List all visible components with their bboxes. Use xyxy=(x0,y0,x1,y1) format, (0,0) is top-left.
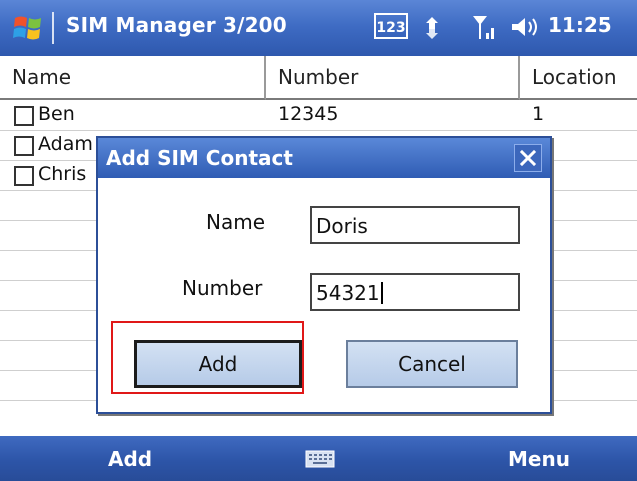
dialog-title-bar: Add SIM Contact xyxy=(98,138,550,178)
app-title: SIM Manager 3/200 xyxy=(66,13,287,37)
signal-icon[interactable] xyxy=(470,13,500,41)
clock[interactable]: 11:25 xyxy=(548,13,612,37)
right-softkey[interactable]: Menu xyxy=(508,447,570,471)
keyboard-icon[interactable] xyxy=(305,450,335,468)
contact-name: Chris xyxy=(38,163,87,185)
windows-start-icon[interactable] xyxy=(12,12,44,44)
contact-name: Ben xyxy=(38,103,75,125)
number-field[interactable]: 54321 xyxy=(310,273,520,311)
column-header-name[interactable]: Name xyxy=(0,56,266,100)
connectivity-icon[interactable] xyxy=(416,13,450,41)
title-bar: SIM Manager 3/200 123 11:25 xyxy=(0,0,637,56)
row-checkbox[interactable] xyxy=(14,106,34,126)
add-button-highlight xyxy=(111,321,304,394)
contact-name: Adam xyxy=(38,133,93,155)
soft-key-bar: Add Menu xyxy=(0,436,637,481)
dialog-title: Add SIM Contact xyxy=(106,146,293,170)
volume-icon[interactable] xyxy=(508,13,544,41)
contact-location: 1 xyxy=(532,103,545,125)
close-button[interactable] xyxy=(514,144,542,172)
text-cursor xyxy=(380,282,383,304)
row-divider xyxy=(0,130,637,131)
number-label: Number xyxy=(182,276,263,300)
title-separator xyxy=(52,12,54,44)
contact-number: 12345 xyxy=(278,103,339,125)
number-field-value: 54321 xyxy=(316,281,380,305)
list-row[interactable]: Ben 12345 1 xyxy=(0,100,637,130)
close-icon xyxy=(519,149,537,167)
left-softkey[interactable]: Add xyxy=(108,447,152,471)
name-field-value: Doris xyxy=(316,214,368,238)
name-field[interactable]: Doris xyxy=(310,206,520,244)
name-label: Name xyxy=(206,210,266,234)
column-header-number[interactable]: Number xyxy=(266,56,520,100)
column-header-location[interactable]: Location xyxy=(520,56,637,100)
input-mode-indicator[interactable]: 123 xyxy=(374,13,408,39)
cancel-button[interactable]: Cancel xyxy=(346,340,518,388)
row-checkbox[interactable] xyxy=(14,136,34,156)
row-checkbox[interactable] xyxy=(14,166,34,186)
